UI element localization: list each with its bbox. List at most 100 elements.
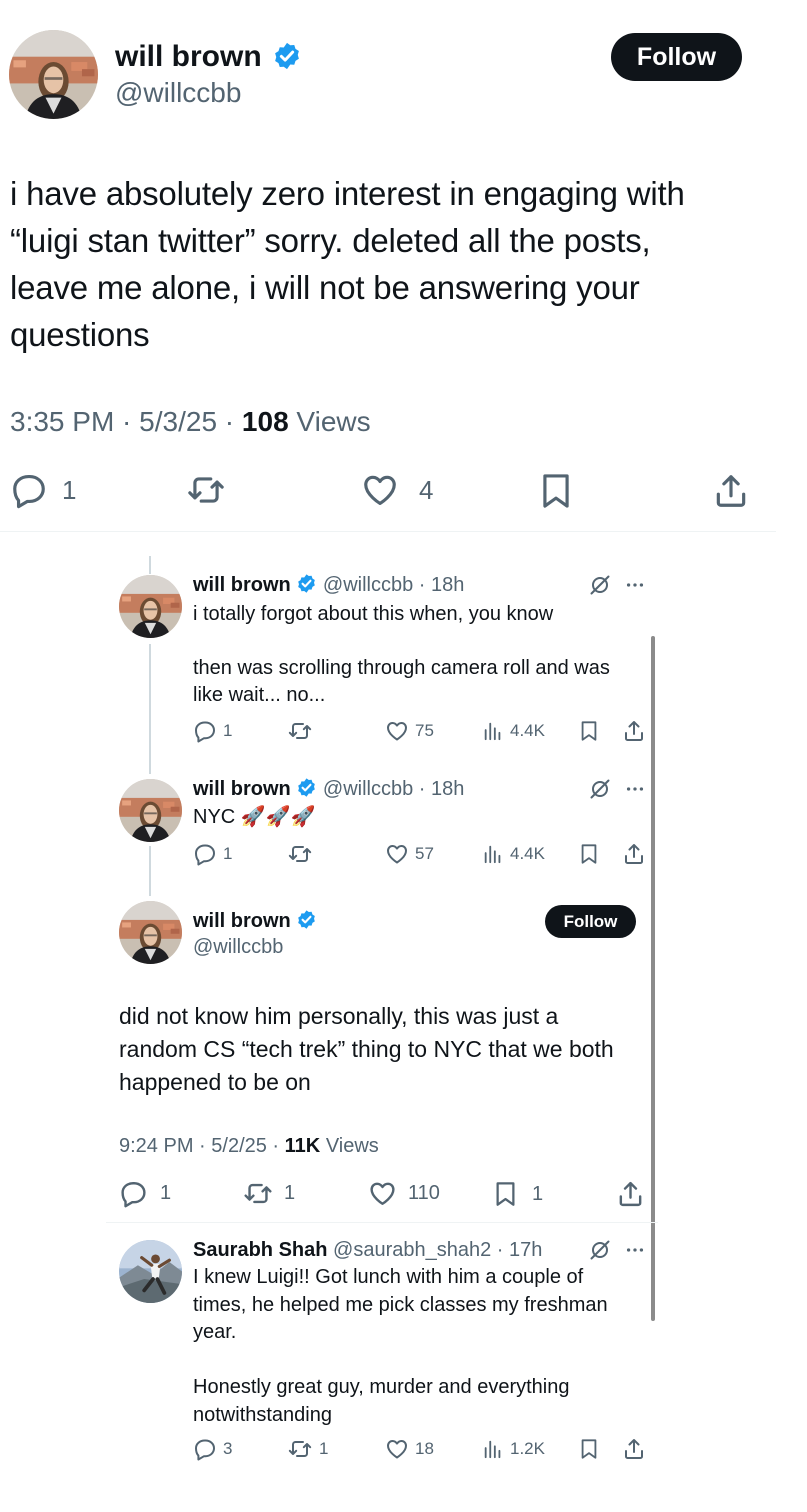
more-button[interactable] bbox=[624, 573, 646, 602]
views-button[interactable]: 4.4K bbox=[482, 719, 545, 743]
like-button[interactable]: 57 bbox=[385, 842, 434, 866]
reply-text-line: notwithstanding bbox=[193, 1403, 332, 1426]
repost-arrows-icon bbox=[287, 719, 313, 743]
share-button[interactable] bbox=[622, 719, 646, 748]
speech-bubble-icon bbox=[119, 1179, 148, 1208]
avatar[interactable] bbox=[119, 1240, 182, 1303]
more-button[interactable] bbox=[624, 777, 646, 806]
author-handle[interactable]: @willccbb bbox=[115, 76, 241, 110]
post-metadata: 9:24 PM · 5/2/25 · 11K Views bbox=[119, 1135, 379, 1157]
post-age[interactable]: 18h bbox=[431, 778, 464, 800]
post-age[interactable]: 18h bbox=[431, 574, 464, 596]
views-count: 11K bbox=[284, 1135, 321, 1157]
share-upload-icon bbox=[616, 1179, 645, 1209]
author-name[interactable]: will brown bbox=[193, 574, 291, 596]
post-age[interactable]: 17h bbox=[509, 1239, 542, 1261]
avatar[interactable] bbox=[119, 575, 182, 638]
thread-connector bbox=[149, 846, 151, 896]
reply-text-line: year. bbox=[193, 1321, 237, 1343]
reply-text-line: times, he helped me pick classes my fres… bbox=[193, 1293, 608, 1316]
thread-connector bbox=[149, 644, 151, 774]
avatar[interactable] bbox=[9, 30, 98, 119]
reply-text-line: like wait... no... bbox=[193, 684, 326, 706]
reply-button[interactable]: 1 bbox=[119, 1179, 171, 1208]
repost-button[interactable]: 1 bbox=[242, 1179, 295, 1208]
avatar[interactable] bbox=[119, 779, 182, 842]
bookmark-icon bbox=[492, 1179, 519, 1209]
more-dots-icon bbox=[624, 777, 646, 801]
views-button[interactable]: 1.2K bbox=[482, 1437, 545, 1461]
author-handle[interactable]: @willccbb bbox=[323, 778, 413, 800]
reply-header: will brown @willccbb · 18h bbox=[193, 574, 465, 596]
grok-button[interactable] bbox=[588, 777, 612, 806]
reply-text: NYC 🚀🚀🚀 bbox=[193, 803, 316, 831]
bookmark-button[interactable] bbox=[578, 1437, 600, 1466]
follow-button[interactable]: Follow bbox=[611, 33, 742, 81]
grok-button[interactable] bbox=[588, 1238, 612, 1267]
bookmark-button[interactable] bbox=[578, 842, 600, 871]
grok-slash-circle-icon bbox=[588, 777, 612, 801]
share-button[interactable] bbox=[622, 1437, 646, 1466]
post-date[interactable]: 5/2/25 bbox=[211, 1135, 267, 1157]
post-date[interactable]: 5/3/25 bbox=[139, 406, 217, 437]
reply-text: I knew Luigi!! Got lunch with him a coup… bbox=[193, 1264, 608, 1429]
author-name[interactable]: will brown bbox=[115, 38, 302, 76]
speech-bubble-icon bbox=[193, 842, 217, 866]
share-button[interactable] bbox=[622, 842, 646, 871]
bookmark-button[interactable] bbox=[578, 719, 600, 748]
author-name[interactable]: will brown bbox=[193, 778, 291, 800]
author-name[interactable]: will brown bbox=[193, 908, 317, 934]
avatar[interactable] bbox=[119, 901, 182, 964]
reply-button[interactable]: 1 bbox=[193, 842, 232, 866]
share-button[interactable] bbox=[712, 471, 750, 516]
bookmark-button[interactable] bbox=[537, 471, 575, 516]
like-button[interactable]: 75 bbox=[385, 719, 434, 743]
views-button[interactable]: 4.4K bbox=[482, 842, 545, 866]
like-button[interactable]: 4 bbox=[361, 471, 433, 509]
repost-button[interactable]: 1 bbox=[287, 1437, 328, 1461]
post-metadata: 3:35 PM · 5/3/25 · 108 Views bbox=[10, 406, 371, 437]
post-time[interactable]: 3:35 PM bbox=[10, 406, 114, 437]
thread-connector bbox=[149, 556, 151, 574]
grok-button[interactable] bbox=[588, 573, 612, 602]
like-count: 75 bbox=[415, 721, 434, 740]
divider bbox=[106, 1222, 658, 1223]
scrollbar[interactable] bbox=[651, 636, 655, 1321]
author-handle[interactable]: @willccbb bbox=[323, 574, 413, 596]
repost-button[interactable] bbox=[186, 471, 226, 514]
bookmark-button[interactable]: 1 bbox=[492, 1179, 543, 1209]
reply-button[interactable]: 3 bbox=[193, 1437, 232, 1461]
heart-icon bbox=[385, 842, 409, 866]
author-handle[interactable]: @saurabh_shah2 bbox=[333, 1239, 491, 1261]
speech-bubble-icon bbox=[193, 719, 217, 743]
share-button[interactable] bbox=[616, 1179, 645, 1214]
reply-button[interactable]: 1 bbox=[10, 471, 76, 509]
author-name[interactable]: Saurabh Shah bbox=[193, 1239, 327, 1261]
like-button[interactable]: 110 bbox=[368, 1179, 440, 1208]
repost-arrows-icon bbox=[287, 1437, 313, 1461]
heart-icon bbox=[368, 1179, 397, 1208]
profile-photo-icon bbox=[119, 1240, 182, 1303]
repost-arrows-icon bbox=[186, 471, 226, 509]
reply-button[interactable]: 1 bbox=[193, 719, 232, 743]
post-text-line: questions bbox=[10, 316, 150, 353]
reply-count: 3 bbox=[223, 1439, 233, 1458]
more-button[interactable] bbox=[624, 1238, 646, 1267]
views-label: Views bbox=[325, 1135, 379, 1157]
repost-button[interactable] bbox=[287, 719, 313, 748]
like-button[interactable]: 18 bbox=[385, 1437, 434, 1461]
follow-button[interactable]: Follow bbox=[545, 905, 636, 938]
heart-icon bbox=[385, 1437, 409, 1461]
profile-photo-icon bbox=[119, 575, 182, 638]
views-count: 108 bbox=[241, 406, 289, 437]
post-text-line: random CS “tech trek” thing to NYC that … bbox=[119, 1036, 614, 1062]
reply-header: Saurabh Shah @saurabh_shah2 · 17h bbox=[193, 1239, 543, 1261]
repost-button[interactable] bbox=[287, 842, 313, 871]
author-handle[interactable]: @willccbb bbox=[193, 934, 283, 960]
repost-count: 1 bbox=[319, 1439, 329, 1458]
post-text-line: happened to be on bbox=[119, 1069, 311, 1095]
post-time[interactable]: 9:24 PM bbox=[119, 1135, 193, 1157]
speech-bubble-icon bbox=[10, 471, 48, 509]
verified-badge-icon bbox=[296, 909, 317, 930]
post-text: i have absolutely zero interest in engag… bbox=[10, 170, 685, 358]
